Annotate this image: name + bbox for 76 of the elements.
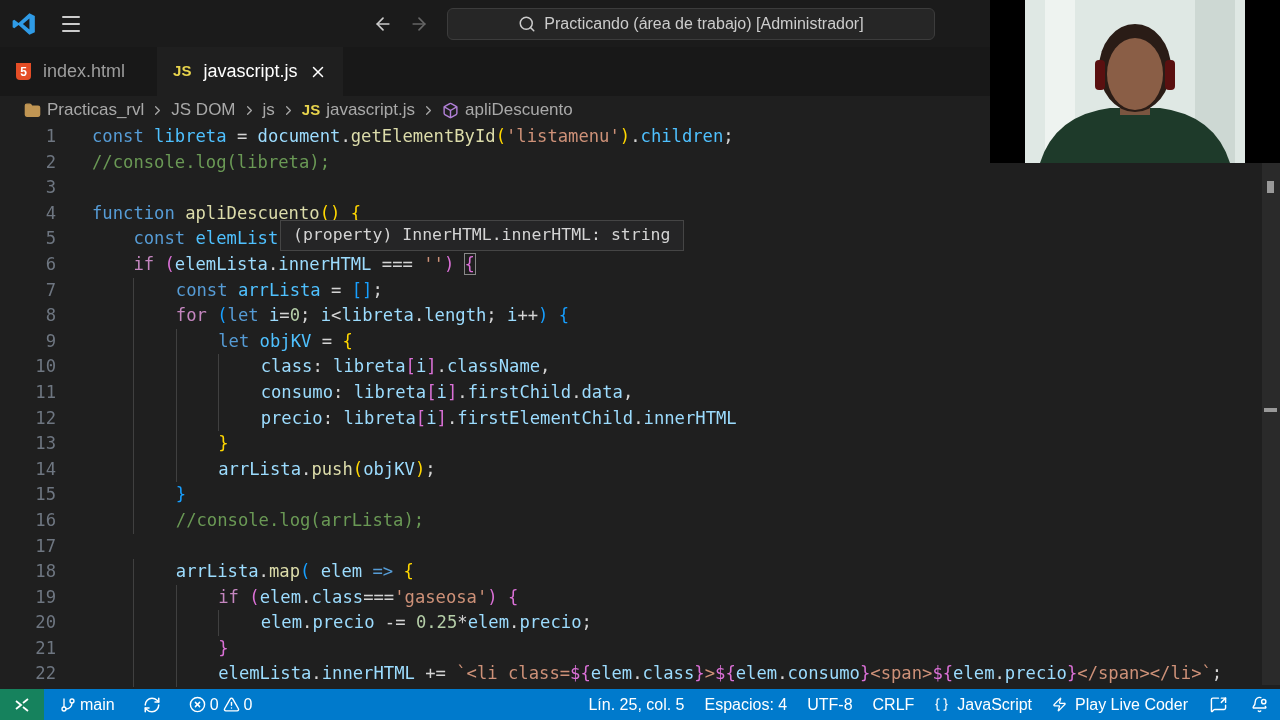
html-file-icon: 5 xyxy=(16,63,31,80)
line-number: 9 xyxy=(44,329,56,353)
notification-icon[interactable] xyxy=(1251,696,1268,713)
branch-button[interactable]: main xyxy=(52,689,123,720)
breadcrumb-item[interactable]: JS DOM xyxy=(171,97,236,123)
status-item[interactable]: Espacios: 4 xyxy=(694,689,798,720)
language-button[interactable]: JavaScript xyxy=(924,689,1043,720)
code-line: //console.log(arrLista); xyxy=(92,507,425,534)
line-number: 1 xyxy=(44,125,56,148)
code-line: consumo: libreta[i].firstChild.data, xyxy=(92,379,634,406)
code-line: elem.precio -= 0.25*elem.precio; xyxy=(92,610,592,636)
line-number: 4 xyxy=(44,201,56,225)
line-number: 12 xyxy=(34,406,56,430)
line-number: 17 xyxy=(34,534,56,558)
code-line: const arrLista = []; xyxy=(92,277,383,304)
line-number: 3 xyxy=(44,176,56,200)
breadcrumb-item[interactable]: Practicas_rvl xyxy=(47,97,145,123)
breadcrumb-item[interactable]: apliDescuento xyxy=(465,97,573,123)
feedback-icon[interactable] xyxy=(1210,696,1227,713)
code-line: //console.log(libreta); xyxy=(92,150,330,174)
code-line: precio: libreta[i].firstElementChild.innerHTML xyxy=(92,405,737,432)
line-number: 6 xyxy=(44,252,56,276)
js-file-icon: JS xyxy=(301,98,321,122)
braces-icon xyxy=(934,697,950,712)
line-number: 5 xyxy=(44,227,56,251)
code-line: } xyxy=(92,431,229,457)
branch-icon xyxy=(60,696,76,713)
line-number: 7 xyxy=(44,278,56,302)
breadcrumb-item[interactable]: javascript.js xyxy=(326,97,415,123)
sync-icon[interactable] xyxy=(142,695,161,714)
code-line: class: libreta[i].className, xyxy=(92,354,551,380)
code-line: elemLista.innerHTML += `<li class=${elem.class}>${elem.consumo}<span>${elem.precio}</span></li>`; xyxy=(92,661,1223,688)
error-count: 0 xyxy=(209,694,219,715)
code-line: arrLista.push(objKV); xyxy=(92,456,436,483)
live-coder-button[interactable]: Play Live Coder xyxy=(1042,689,1198,720)
lightning-icon xyxy=(1052,697,1068,712)
code-line: for (let i=0; i<libreta.length; i++) { xyxy=(92,303,570,329)
line-number: 8 xyxy=(44,304,56,328)
line-number: 2 xyxy=(44,150,56,174)
line-number: 18 xyxy=(34,560,56,584)
code-line: const libreta = document.getElementById('listamenu').children; xyxy=(92,125,734,148)
folder-icon xyxy=(24,101,41,119)
search-icon xyxy=(518,14,537,33)
warning-count: 0 xyxy=(243,694,253,715)
hover-tooltip: (property) InnerHTML.innerHTML: string xyxy=(280,220,684,251)
code-line: arrLista.map( elem => { xyxy=(92,559,414,585)
code-line: let objKV = { xyxy=(92,328,353,355)
code-line: if (elem.class==='gaseosa') { xyxy=(92,584,519,611)
code-line: } xyxy=(92,482,187,508)
line-number: 11 xyxy=(34,380,56,404)
command-search-field[interactable]: Practicando (área de trabajo) [Administrador] xyxy=(447,7,935,40)
editor-tab[interactable]: JS javascript.js xyxy=(157,47,344,96)
line-number: 10 xyxy=(34,355,56,379)
line-number: 14 xyxy=(34,457,56,481)
problems-button[interactable]: 0 0 xyxy=(180,689,261,720)
status-item[interactable]: Lín. 25, col. 5 xyxy=(578,689,695,720)
error-icon xyxy=(188,696,206,713)
line-number: 21 xyxy=(34,636,56,660)
app-logo-icon xyxy=(11,10,37,37)
line-number: 22 xyxy=(34,662,56,686)
breadcrumb-item[interactable]: js xyxy=(262,97,275,123)
line-number: 20 xyxy=(34,611,56,635)
remote-icon xyxy=(13,695,31,714)
line-number: 19 xyxy=(34,585,56,609)
line-number: 13 xyxy=(34,432,56,456)
code-line: } xyxy=(92,635,229,662)
line-number: 16 xyxy=(34,508,56,532)
warning-icon xyxy=(222,696,240,713)
remote-button[interactable] xyxy=(0,689,44,720)
code-line: if (elemLista.innerHTML === '') { xyxy=(132,252,475,276)
code-line: const elemList xyxy=(132,227,279,251)
cube-icon xyxy=(442,101,459,119)
js-file-icon: JS xyxy=(173,60,192,83)
line-number: 15 xyxy=(34,483,56,507)
status-item[interactable]: CRLF xyxy=(862,689,925,720)
status-item[interactable]: UTF-8 xyxy=(797,689,863,720)
